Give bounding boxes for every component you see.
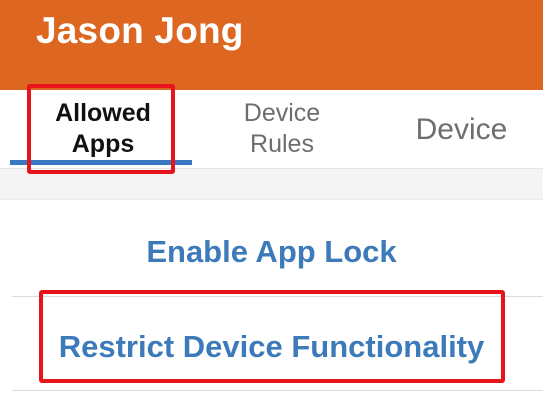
tab-bar: Allowed Apps Device Rules Device — [0, 90, 543, 169]
divider — [12, 390, 543, 391]
enable-app-lock-label: Enable App Lock — [146, 234, 397, 269]
app-header: Jason Jong — [0, 0, 543, 90]
tab-device-rules[interactable]: Device Rules — [198, 90, 366, 168]
page-title: Jason Jong — [36, 10, 244, 51]
divider — [12, 296, 543, 297]
restrict-device-functionality-label: Restrict Device Functionality — [58, 329, 485, 364]
active-tab-indicator — [10, 160, 192, 165]
tab-label: Allowed Apps — [55, 99, 151, 158]
section-spacer — [0, 169, 543, 199]
tab-label: Device Rules — [243, 99, 321, 158]
enable-app-lock-button[interactable]: Enable App Lock — [0, 207, 543, 297]
restrict-device-functionality-button[interactable]: Restrict Device Functionality — [0, 302, 543, 392]
tab-allowed-apps[interactable]: Allowed Apps — [14, 90, 192, 168]
tab-device[interactable]: Device — [380, 90, 543, 168]
divider — [0, 199, 543, 200]
tab-label: Device — [415, 112, 508, 146]
